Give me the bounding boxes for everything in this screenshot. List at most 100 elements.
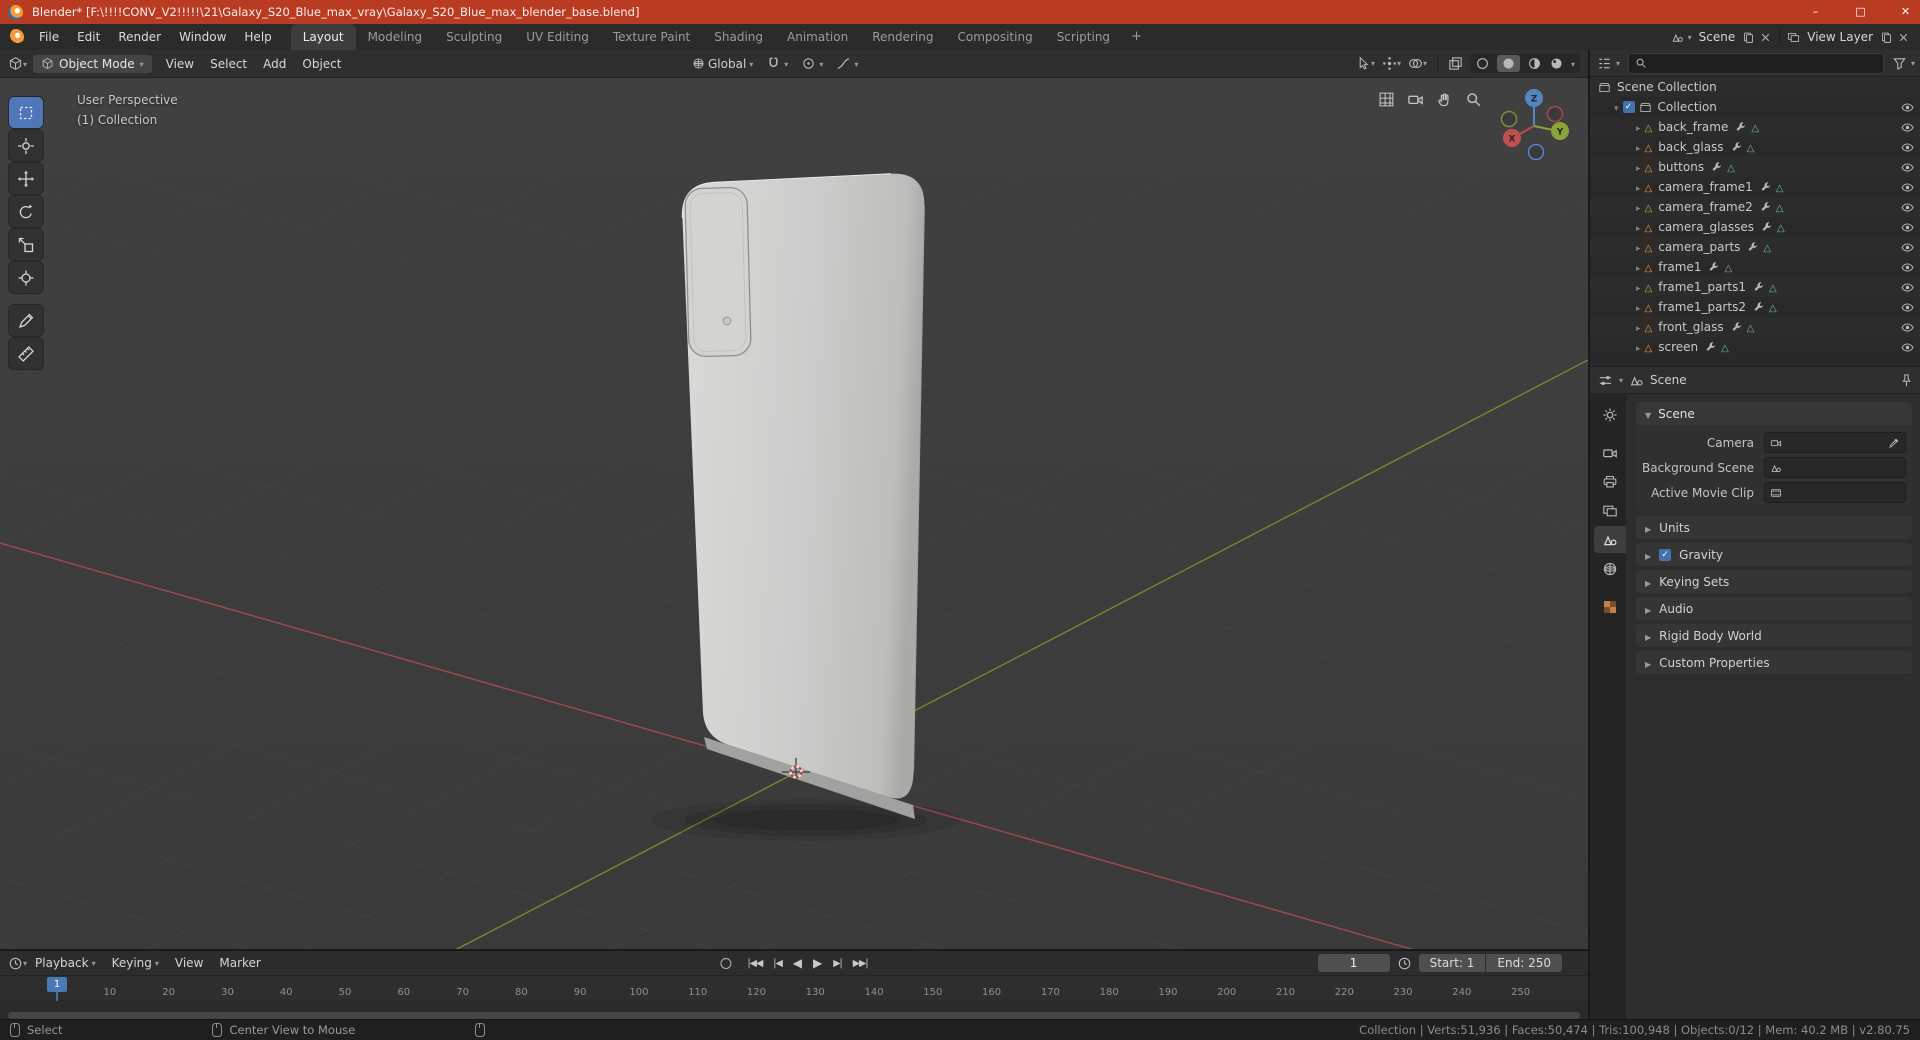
material-shading-icon[interactable] [1527, 56, 1542, 71]
proportional-edit-toggle[interactable] [797, 55, 827, 72]
properties-editor-caret[interactable] [1619, 373, 1623, 387]
menu-item[interactable]: File [30, 24, 68, 50]
section-collapse-icon[interactable] [1645, 548, 1651, 562]
workspace-tab[interactable]: Sculpting [434, 24, 514, 50]
visibility-eye-icon[interactable] [1901, 101, 1914, 114]
rotate-tool-button[interactable] [9, 196, 43, 227]
close-button[interactable]: ✕ [1883, 0, 1920, 24]
eyedropper-icon[interactable] [1888, 437, 1900, 449]
mode-dropdown[interactable]: Object Mode [33, 54, 152, 73]
collection-checkbox[interactable] [1622, 101, 1635, 113]
measure-tool-button[interactable] [9, 338, 43, 369]
pan-hand-icon[interactable] [1436, 91, 1453, 108]
scale-tool-button[interactable] [9, 229, 43, 260]
timeline-scrollbar[interactable] [8, 1012, 1580, 1019]
tab-scene[interactable] [1594, 526, 1626, 553]
playhead-marker[interactable]: 1 [47, 977, 67, 992]
menu-item[interactable]: Window [170, 24, 235, 50]
outliner-object-row[interactable]: buttons [1590, 157, 1920, 177]
visibility-eye-icon[interactable] [1901, 281, 1914, 294]
outliner-editor-icon[interactable] [1597, 56, 1612, 71]
visibility-dropdown[interactable] [1356, 56, 1375, 71]
visibility-eye-icon[interactable] [1901, 201, 1914, 214]
next-keyframe-button[interactable]: ▶| [833, 958, 842, 969]
perspective-grid-icon[interactable] [1378, 91, 1395, 108]
visibility-eye-icon[interactable] [1901, 321, 1914, 334]
disclosure-icon[interactable] [1636, 320, 1641, 334]
new-scene-icon[interactable] [1742, 31, 1755, 44]
preview-range-clock-icon[interactable] [1397, 956, 1412, 971]
section-collapse-icon[interactable] [1645, 575, 1651, 589]
viewport-menu-item[interactable]: View [158, 57, 202, 71]
outliner-object-row[interactable]: frame1_parts2 [1590, 297, 1920, 317]
add-workspace-button[interactable]: + [1122, 24, 1151, 50]
proportional-caret[interactable] [819, 57, 823, 71]
properties-section-header[interactable]: Custom Properties [1636, 651, 1912, 674]
overlays-dropdown[interactable] [1408, 56, 1427, 71]
section-collapse-icon[interactable] [1645, 629, 1651, 643]
outliner-object-row[interactable]: camera_glasses [1590, 217, 1920, 237]
outliner-object-row[interactable]: front_glass [1590, 317, 1920, 337]
play-reverse-button[interactable]: ◀ [793, 956, 802, 970]
falloff-dropdown[interactable] [832, 55, 862, 72]
disclosure-icon[interactable] [1636, 200, 1641, 214]
snap-toggle[interactable] [762, 55, 792, 72]
properties-section-header[interactable]: Gravity [1636, 543, 1912, 566]
disclosure-icon[interactable] [1636, 160, 1641, 174]
active-movie-clip-field[interactable] [1764, 482, 1906, 503]
visibility-eye-icon[interactable] [1901, 181, 1914, 194]
wireframe-shading-icon[interactable] [1475, 56, 1490, 71]
workspace-tab[interactable]: Rendering [860, 24, 945, 50]
outliner-object-row[interactable]: frame1_parts1 [1590, 277, 1920, 297]
jump-to-start-button[interactable]: |◀◀ [747, 958, 763, 969]
properties-section-header[interactable]: Audio [1636, 597, 1912, 620]
workspace-tab[interactable]: Modeling [356, 24, 435, 50]
disclosure-icon[interactable] [1636, 120, 1641, 134]
outliner-object-row[interactable]: screen [1590, 337, 1920, 357]
workspace-tab[interactable]: Compositing [945, 24, 1044, 50]
section-collapse-icon[interactable] [1645, 656, 1651, 670]
disclosure-icon[interactable] [1636, 300, 1641, 314]
workspace-tab[interactable]: Texture Paint [601, 24, 702, 50]
snap-caret[interactable] [784, 57, 788, 71]
outliner-object-row[interactable]: camera_frame2 [1590, 197, 1920, 217]
camera-field[interactable] [1764, 432, 1906, 453]
disclosure-icon[interactable] [1636, 180, 1641, 194]
cursor-tool-button[interactable] [9, 130, 43, 161]
tab-world[interactable] [1594, 555, 1626, 582]
zoom-icon[interactable] [1465, 91, 1482, 108]
workspace-tab[interactable]: Animation [775, 24, 860, 50]
shading-caret[interactable] [1571, 57, 1575, 71]
timeline-menu-item[interactable]: Marker [211, 956, 268, 970]
select-box-tool-button[interactable] [9, 97, 43, 128]
menu-item[interactable]: Edit [68, 24, 109, 50]
timeline-menu-item[interactable]: Keying [104, 956, 167, 970]
menu-item[interactable]: Render [109, 24, 170, 50]
minimize-button[interactable]: – [1793, 0, 1838, 24]
gizmo-dropdown[interactable] [1382, 56, 1401, 71]
falloff-caret[interactable] [854, 57, 858, 71]
solid-shading-button[interactable] [1496, 55, 1520, 72]
timeline-editor-caret[interactable] [23, 956, 27, 970]
scene-panel-header[interactable]: Scene [1636, 402, 1912, 425]
outliner-scene-collection-row[interactable]: Scene Collection [1590, 77, 1920, 97]
disclosure-icon[interactable] [1636, 240, 1641, 254]
editor-type-icon[interactable] [8, 56, 23, 71]
visibility-eye-icon[interactable] [1901, 221, 1914, 234]
annotate-tool-button[interactable] [9, 305, 43, 336]
transform-tool-button[interactable] [9, 262, 43, 293]
timeline-editor-icon[interactable] [8, 956, 23, 971]
disclosure-icon[interactable] [1636, 220, 1641, 234]
section-collapse-icon[interactable] [1645, 602, 1651, 616]
current-frame-field[interactable]: 1 [1317, 954, 1390, 972]
remove-view-layer-icon[interactable] [1897, 31, 1910, 44]
scene-name[interactable]: Scene [1699, 30, 1736, 44]
disclosure-icon[interactable] [1636, 280, 1641, 294]
move-tool-button[interactable] [9, 163, 43, 194]
new-view-layer-icon[interactable] [1880, 31, 1893, 44]
outliner-object-row[interactable]: back_frame [1590, 117, 1920, 137]
jump-to-end-button[interactable]: ▶▶| [853, 958, 869, 969]
view-layer-icon[interactable] [1787, 31, 1800, 44]
disclosure-icon[interactable] [1636, 140, 1641, 154]
maximize-button[interactable]: □ [1838, 0, 1883, 24]
